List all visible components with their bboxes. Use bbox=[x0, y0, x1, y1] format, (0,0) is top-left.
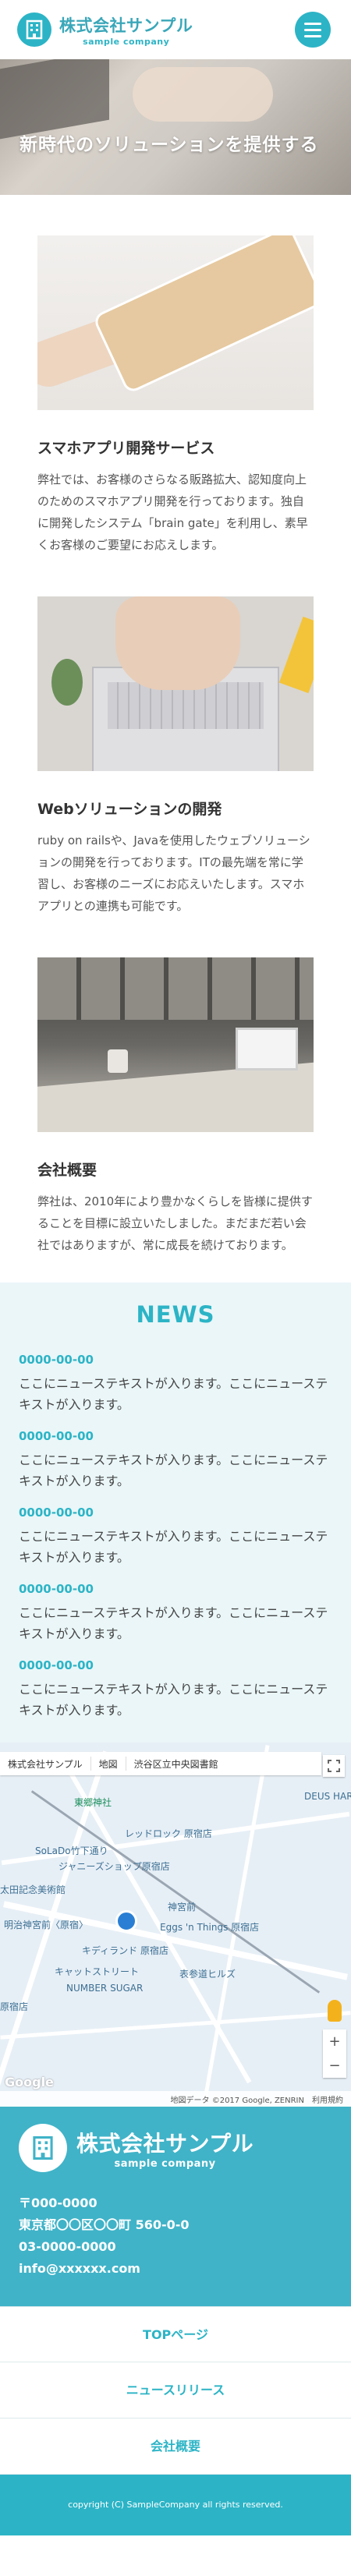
news-date: 0000-00-00 bbox=[19, 1353, 94, 1367]
map-place[interactable]: 神宮前 bbox=[168, 1900, 196, 1913]
contact-details: 〒000-0000 東京都〇〇区〇〇町 560-0-0 03-0000-0000… bbox=[19, 2192, 332, 2280]
news-text: ここにニューステキストが入ります。ここにニューステキストが入ります。 bbox=[19, 1529, 328, 1565]
map-place[interactable]: 原宿店 bbox=[0, 2000, 28, 2013]
map-tab[interactable]: 地図 bbox=[91, 1757, 126, 1771]
news-item[interactable]: 0000-00-00 ここにニューステキストが入ります。ここにニューステキストが… bbox=[19, 1506, 332, 1568]
map-marker-icon[interactable] bbox=[115, 1910, 137, 1932]
map-footer: 地図データ ©2017 Google, ZENRIN 利用規約 bbox=[0, 2091, 351, 2107]
service-body: 弊社は、2010年により豊かなくらしを皆様に提供することを目標に設立いたしました… bbox=[37, 1194, 313, 1252]
service-body: ruby on railsや、Javaを使用したウェブソリューションの開発を行っ… bbox=[37, 833, 310, 913]
news-text: ここにニューステキストが入ります。ここにニューステキストが入ります。 bbox=[19, 1376, 328, 1412]
map-terms-link[interactable]: 利用規約 bbox=[312, 2093, 343, 2105]
google-logo: Google bbox=[5, 2075, 54, 2089]
map-place[interactable]: SoLaDo竹下通り bbox=[35, 1844, 108, 1857]
footer-company-sub: sample company bbox=[114, 2157, 216, 2170]
service-title: Webソリューションの開発 bbox=[37, 801, 222, 818]
fullscreen-icon[interactable] bbox=[323, 1755, 345, 1777]
map-place[interactable]: NUMBER SUGAR bbox=[66, 1983, 143, 1994]
news-title: NEWS bbox=[136, 1301, 215, 1328]
map-place-label[interactable]: 株式会社サンプル bbox=[0, 1757, 90, 1771]
service-title: 会社概要 bbox=[37, 1162, 98, 1179]
news-date: 0000-00-00 bbox=[19, 1429, 94, 1443]
news-text: ここにニューステキストが入ります。ここにニューステキストが入ります。 bbox=[19, 1453, 328, 1488]
news-text: ここにニューステキストが入ります。ここにニューステキストが入ります。 bbox=[19, 1682, 328, 1718]
news-item[interactable]: 0000-00-00 ここにニューステキストが入ります。ここにニューステキストが… bbox=[19, 1353, 332, 1415]
news-item[interactable]: 0000-00-00 ここにニューステキストが入ります。ここにニューステキストが… bbox=[19, 1429, 332, 1491]
postal-code: 〒000-0000 bbox=[19, 2196, 98, 2210]
service-body: 弊社では、お客様のさらなる販路拡大、認知度向上のためのスマホアプリ開発を行ってお… bbox=[37, 472, 308, 552]
company-sub: sample company bbox=[83, 36, 170, 47]
address: 東京都〇〇区〇〇町 560-0-0 bbox=[19, 2217, 190, 2232]
service-web: Webソリューションの開発 ruby on railsや、Javaを使用したウェ… bbox=[0, 596, 351, 917]
map-place[interactable]: キディランド 原宿店 bbox=[82, 1944, 168, 1957]
email[interactable]: info@xxxxxx.com bbox=[19, 2258, 332, 2280]
brand[interactable]: 株式会社サンプル sample company bbox=[17, 12, 193, 47]
service-web-image bbox=[37, 596, 314, 771]
hero: 新時代のソリューションを提供する bbox=[0, 59, 351, 195]
map-place[interactable]: DEUS HARA bbox=[304, 1791, 351, 1802]
news-item[interactable]: 0000-00-00 ここにニューステキストが入ります。ここにニューステキストが… bbox=[19, 1582, 332, 1644]
company-info: 株式会社サンプル sample company 〒000-0000 東京都〇〇区… bbox=[0, 2107, 351, 2306]
footer-brand: 株式会社サンプル sample company bbox=[19, 2124, 332, 2172]
map-place[interactable]: ジャニーズショップ原宿店 bbox=[58, 1859, 170, 1873]
map[interactable]: 株式会社サンプル 地図 渋谷区立中央図書館 東郷神社 レッドロック 原宿店 So… bbox=[0, 1743, 351, 2107]
zoom-out-button[interactable]: − bbox=[323, 2054, 346, 2078]
news-date: 0000-00-00 bbox=[19, 1658, 94, 1672]
copyright: copyright (C) SampleCompany all rights r… bbox=[0, 2475, 351, 2535]
news-date: 0000-00-00 bbox=[19, 1506, 94, 1520]
map-place[interactable]: Eggs 'n Things 原宿店 bbox=[160, 1920, 259, 1934]
news-text: ここにニューステキストが入ります。ここにニューステキストが入ります。 bbox=[19, 1605, 328, 1641]
hero-title: 新時代のソリューションを提供する bbox=[20, 135, 319, 155]
footer-nav-top[interactable]: TOPページ bbox=[0, 2306, 351, 2362]
building-icon bbox=[19, 2124, 67, 2172]
phone[interactable]: 03-0000-0000 bbox=[19, 2236, 332, 2258]
map-place[interactable]: 明治神宮前〈原宿〉 bbox=[4, 1918, 88, 1931]
footer-nav-news[interactable]: ニュースリリース bbox=[0, 2362, 351, 2419]
footer-nav: TOPページ ニュースリリース 会社概要 bbox=[0, 2306, 351, 2475]
map-topbar: 株式会社サンプル 地図 渋谷区立中央図書館 bbox=[0, 1752, 321, 1775]
hero-image-desk bbox=[0, 59, 109, 140]
brand-text: 株式会社サンプル sample company bbox=[59, 13, 193, 47]
news-section: NEWS 0000-00-00 ここにニューステキストが入ります。ここにニュース… bbox=[0, 1283, 351, 1743]
building-icon bbox=[17, 12, 51, 47]
news-item[interactable]: 0000-00-00 ここにニューステキストが入ります。ここにニューステキストが… bbox=[19, 1658, 332, 1721]
company-name: 株式会社サンプル bbox=[59, 16, 193, 35]
hero-image-hand bbox=[133, 67, 273, 122]
service-app: スマホアプリ開発サービス 弊社では、お客様のさらなる販路拡大、認知度向上のための… bbox=[0, 235, 351, 556]
service-app-image bbox=[37, 235, 314, 410]
service-company: 会社概要 弊社は、2010年により豊かなくらしを皆様に提供することを目標に設立い… bbox=[0, 957, 351, 1256]
service-company-image bbox=[37, 957, 314, 1132]
zoom-in-button[interactable]: + bbox=[323, 2029, 346, 2054]
map-attribution: 地図データ ©2017 Google, ZENRIN bbox=[170, 2096, 304, 2105]
site-header: 株式会社サンプル sample company bbox=[0, 0, 351, 59]
pegman-icon[interactable] bbox=[328, 2000, 342, 2022]
map-place[interactable]: キャットストリート bbox=[55, 1965, 139, 1978]
map-zoom-control[interactable]: + − bbox=[323, 2029, 346, 2078]
footer-company-name: 株式会社サンプル bbox=[76, 2130, 254, 2157]
footer-nav-company[interactable]: 会社概要 bbox=[0, 2419, 351, 2475]
map-area-label: 渋谷区立中央図書館 bbox=[133, 1758, 218, 1770]
service-title: スマホアプリ開発サービス bbox=[37, 440, 215, 457]
news-date: 0000-00-00 bbox=[19, 1582, 94, 1596]
map-place[interactable]: 表参道ヒルズ bbox=[179, 1967, 236, 1980]
map-place[interactable]: 東郷神社 bbox=[74, 1796, 112, 1809]
map-place[interactable]: 太田記念美術館 bbox=[0, 1883, 66, 1896]
hamburger-menu-icon[interactable] bbox=[295, 12, 331, 48]
map-place[interactable]: レッドロック 原宿店 bbox=[125, 1827, 212, 1840]
